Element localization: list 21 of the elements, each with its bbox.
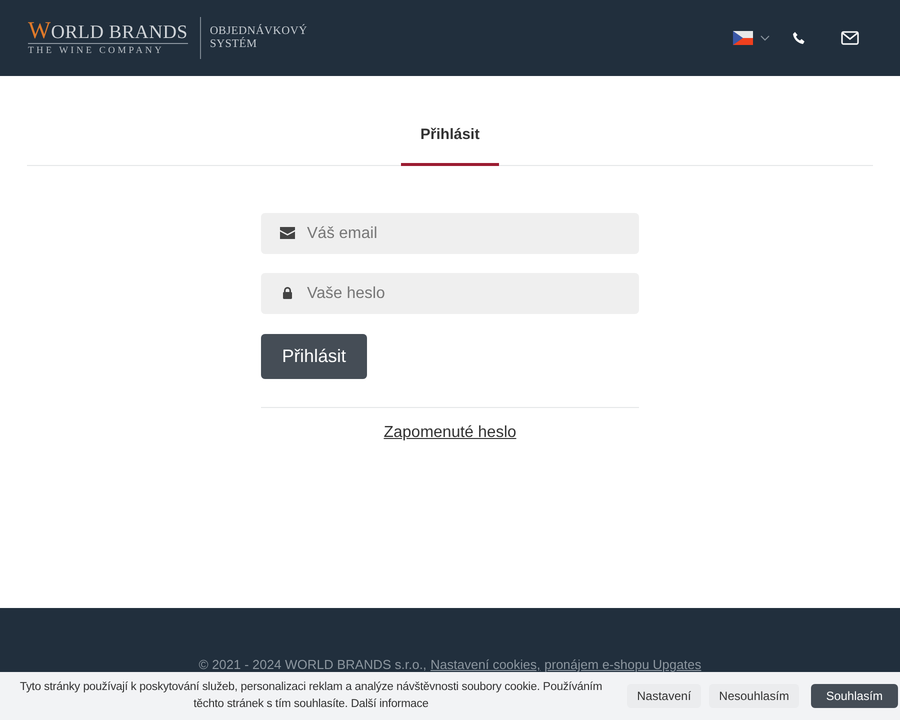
cookie-button[interactable]: Souhlasím [811, 684, 898, 708]
cookie-message: Tyto stránky používají k poskytování služeb, personalizaci reklam a analýze návštěvnosti soubory cookie. Používáním těchto stránek s tím souhlasíte. Další informace [18, 680, 604, 712]
password-field[interactable]: Vaše heslo [261, 273, 639, 314]
email-field[interactable]: Váš email [261, 213, 639, 254]
mail-icon[interactable] [841, 31, 859, 45]
system-name: OBJEDNÁVKOVÝ SYSTÉM [210, 25, 308, 51]
login-button[interactable]: Přihlásit [261, 334, 368, 379]
flag-dropdown[interactable] [733, 30, 770, 46]
lock-icon [280, 287, 295, 299]
more-info-link[interactable]: Další informace [350, 698, 429, 710]
login-tab[interactable]: Přihlásit [401, 76, 499, 166]
logo-subtitle: THE WINE COMPANY [28, 46, 166, 56]
footer-link[interactable]: Nastavení cookies, [430, 657, 540, 672]
cookie-button[interactable]: Nesouhlasím [709, 684, 800, 708]
forgot-password-link[interactable]: Zapomenuté heslo [384, 424, 516, 442]
footer-link[interactable]: pronájem e-shopu Upgates [544, 657, 702, 672]
phone-icon[interactable] [792, 31, 806, 45]
logo-title: WORLD BRANDS [28, 20, 188, 44]
copyright-text: © 2021 - 2024 WORLD BRANDS s.r.o., [198, 657, 427, 672]
envelope-icon [280, 227, 295, 239]
cookie-button[interactable]: Nastavení [627, 684, 702, 708]
